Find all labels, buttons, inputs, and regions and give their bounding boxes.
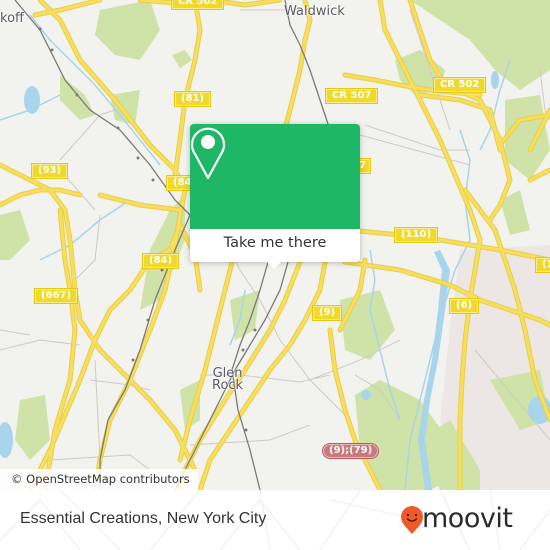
take-me-there-button[interactable]: Take me there (190, 229, 360, 262)
park (0, 210, 30, 260)
pond (361, 390, 371, 400)
stream (39, 199, 131, 261)
route-shield-cr502-top: CR 502 (170, 0, 225, 10)
park (172, 50, 192, 68)
moovit-wordmark: moovit (422, 503, 513, 534)
place-label-waldwick: Waldwick (284, 4, 345, 19)
location-pin-icon (190, 127, 226, 180)
route-shield-93: (93) (30, 163, 69, 179)
footer: Essential Creations, New York City moovi… (0, 490, 550, 550)
park (340, 290, 395, 360)
park (60, 75, 95, 120)
place-label-wyckoff: koff (0, 11, 24, 26)
route-shield-cr507: CR 507 (324, 88, 379, 104)
park (15, 395, 50, 460)
route-shield-9-79: (9);(79) (321, 443, 380, 459)
route-shield-1-partial: (1 (535, 257, 550, 273)
popup-header (190, 124, 360, 229)
route-shield-9: (9) (311, 305, 343, 321)
minor-road (0, 329, 31, 336)
pond (0, 422, 13, 458)
route-shield-667: (667) (33, 288, 79, 304)
minor-road (0, 339, 81, 351)
pond (24, 86, 40, 114)
destination-popup: Take me there (190, 124, 360, 269)
map[interactable]: Waldwick koff Glen Rock Hawthorne CR 502… (0, 0, 550, 490)
place-label-glen-rock: Glen Rock (212, 366, 244, 393)
place-title: Essential Creations, New York City (20, 510, 267, 527)
map-attribution[interactable]: © OpenStreetMap contributors (0, 469, 198, 490)
route-shield-110: (110) (393, 227, 439, 243)
road (280, 0, 312, 142)
moovit-smiley-pin-icon (401, 506, 423, 534)
minor-road (364, 124, 470, 151)
pond (491, 71, 499, 89)
popup-pointer (266, 261, 282, 269)
route-shield-81: (81) (173, 91, 212, 107)
route-shield-6: (6) (448, 298, 480, 314)
route-shield-84: (84) (141, 253, 180, 269)
road (348, 228, 550, 262)
route-shield-cr502-right: CR 502 (432, 77, 487, 93)
park (505, 95, 550, 180)
